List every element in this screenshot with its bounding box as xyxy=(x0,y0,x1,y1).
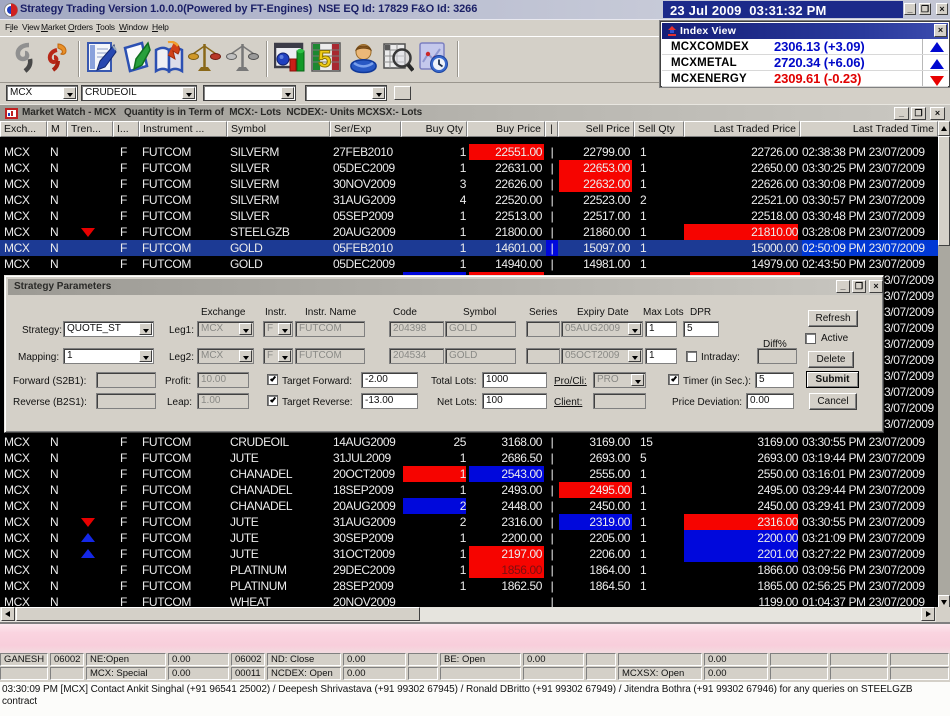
svg-text:5: 5 xyxy=(318,46,331,73)
